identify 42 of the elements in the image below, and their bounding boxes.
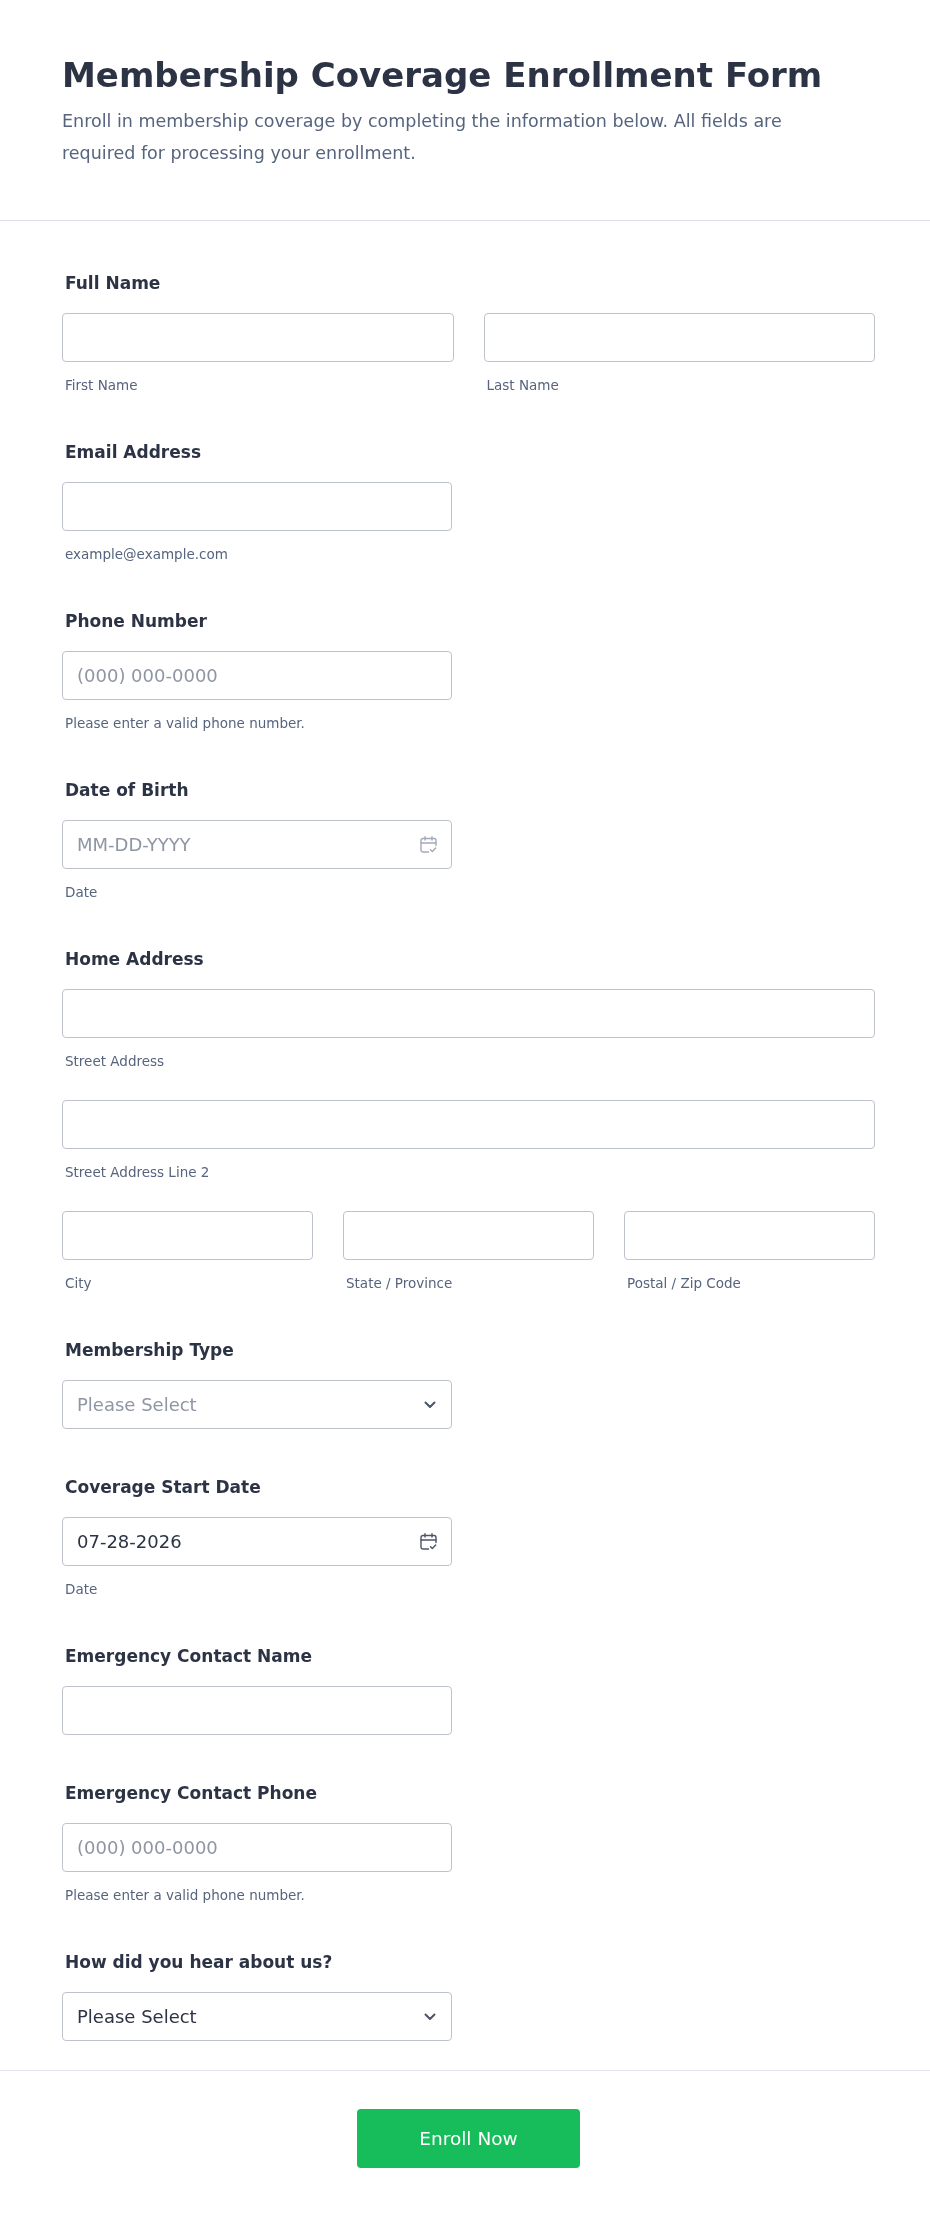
date-input[interactable]: MM-DD-YYYY [62,820,452,869]
chevron-down-icon [424,1400,436,1409]
helper-text: Street Address Line 2 [64,1163,211,1181]
helper-text: example@example.com [64,545,229,563]
date-input[interactable]: 07-28-2026 [62,1517,452,1566]
text-input[interactable] [483,313,875,362]
text-input[interactable] [62,482,452,531]
helper-text: First Name [64,376,139,394]
calendar-icon [420,836,437,853]
helper-text: Street Address [64,1052,166,1070]
chevron-down-icon [424,2012,436,2021]
helper-text: City [64,1274,93,1292]
text-input[interactable]: (000) 000-0000 [62,1823,452,1872]
helper-text: Date [64,883,99,901]
text-input[interactable] [343,1211,594,1260]
field-label: Full Name [64,272,162,295]
helper-text: State / Province [345,1274,454,1292]
field-label: Membership Type [64,1339,235,1362]
field-label: How did you hear about us? [64,1951,334,1974]
text-input[interactable]: (000) 000-0000 [62,651,452,700]
form-description: Enroll in membership coverage by completing the information below. All fields are required for processing your enrollment. [62,110,783,165]
field-label: Phone Number [64,610,208,633]
text-input[interactable] [62,1100,875,1149]
helper-text: Last Name [485,376,560,394]
form-title: Membership Coverage Enrollment Form [62,54,824,97]
helper-text: Postal / Zip Code [626,1274,742,1292]
field-label: Home Address [64,948,205,971]
text-input[interactable] [62,1686,452,1735]
helper-text: Please enter a valid phone number. [64,714,306,732]
field-label: Emergency Contact Phone [64,1782,318,1805]
field-label: Emergency Contact Name [64,1645,314,1668]
text-input[interactable] [62,989,875,1038]
helper-text: Date [64,1580,99,1598]
helper-text: Please enter a valid phone number. [64,1886,306,1904]
text-input[interactable] [62,313,454,362]
calendar-icon [420,1533,437,1550]
field-label: Coverage Start Date [64,1476,262,1499]
field-label: Email Address [64,441,203,464]
text-input[interactable] [624,1211,875,1260]
select-dropdown[interactable]: Please Select [62,1992,452,2041]
text-input[interactable] [62,1211,313,1260]
field-label: Date of Birth [64,779,190,802]
